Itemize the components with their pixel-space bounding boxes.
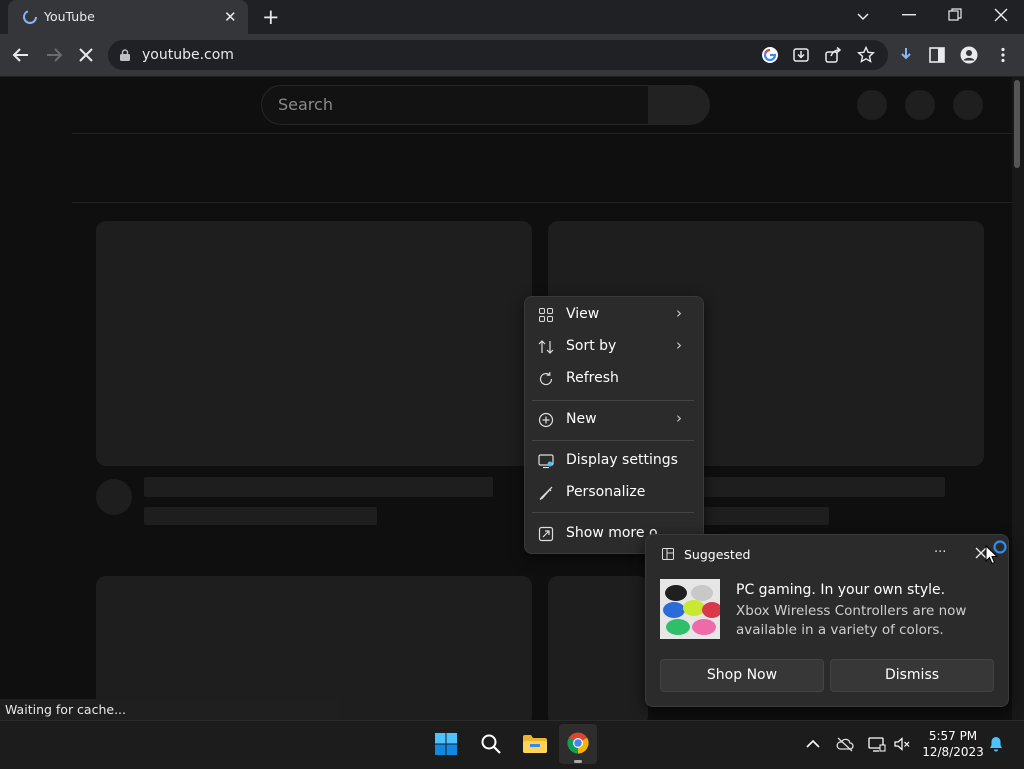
minimize-icon[interactable] <box>902 14 916 16</box>
bookmark-star-icon[interactable] <box>857 46 875 64</box>
context-item-label: View <box>566 306 600 322</box>
clock-time: 5:57 PM <box>928 729 978 743</box>
menu-separator <box>532 400 694 401</box>
taskbar-clock[interactable]: 5:57 PM 12/8/2023 <box>916 728 990 760</box>
new-tab-button[interactable]: + <box>262 5 280 29</box>
profile-icon[interactable] <box>960 46 978 64</box>
notification-body: Xbox Wireless Controllers are now availa… <box>736 603 967 638</box>
context-item-label: Sort by <box>566 338 617 354</box>
tab-search-chevron-icon[interactable] <box>856 10 870 24</box>
context-item-display-settings[interactable]: Display settings <box>524 446 702 476</box>
subtitle-placeholder <box>144 507 377 525</box>
menu-separator <box>532 440 694 441</box>
xbox-controllers-image <box>660 579 720 639</box>
title-placeholder <box>144 477 493 497</box>
forward-arrow-icon[interactable] <box>45 47 63 63</box>
restore-icon[interactable] <box>948 8 962 22</box>
grid-icon <box>539 308 553 322</box>
context-item-new[interactable]: New › <box>524 405 702 435</box>
mouse-pointer-icon <box>985 545 999 565</box>
divider <box>72 202 1012 203</box>
chevron-right-icon: › <box>676 336 682 354</box>
download-icon[interactable] <box>897 46 915 64</box>
avatar-placeholder <box>96 479 132 515</box>
search-button[interactable] <box>648 85 710 125</box>
video-thumbnail-placeholder[interactable] <box>96 221 532 466</box>
subtitle-placeholder <box>702 507 829 525</box>
context-item-label: Refresh <box>566 370 619 386</box>
display-icon <box>538 454 554 469</box>
start-button[interactable] <box>427 724 465 764</box>
expand-icon <box>538 526 554 542</box>
file-explorer-button[interactable] <box>515 724 553 764</box>
notification-source: Suggested <box>684 547 751 562</box>
search-icon <box>481 734 501 754</box>
network-icon[interactable] <box>868 735 886 753</box>
plus-circle-icon <box>538 412 554 428</box>
chevron-right-icon: › <box>676 304 682 322</box>
close-tab-icon[interactable]: ✕ <box>224 9 237 25</box>
scrollbar-track[interactable] <box>1012 77 1024 720</box>
volume-muted-icon[interactable] <box>893 735 911 753</box>
context-item-label: Display settings <box>566 452 678 468</box>
tab-title: YouTube <box>44 9 95 24</box>
sort-icon <box>538 340 554 354</box>
google-lens-icon[interactable] <box>761 46 779 64</box>
header-button-placeholder[interactable] <box>953 90 983 120</box>
divider <box>72 133 1012 134</box>
search-placeholder: Search <box>278 95 333 114</box>
context-item-label: Personalize <box>566 484 646 500</box>
context-item-refresh[interactable]: Refresh <box>524 364 702 394</box>
header-button-placeholder[interactable] <box>905 90 935 120</box>
back-arrow-icon[interactable] <box>12 47 30 63</box>
widgets-icon <box>662 548 674 560</box>
status-text: Waiting for cache... <box>5 702 126 717</box>
more-options-button[interactable]: ··· <box>934 545 946 560</box>
notification-bell-icon[interactable] <box>987 735 1005 753</box>
context-item-view[interactable]: View › <box>524 300 702 330</box>
chrome-taskbar-button[interactable] <box>559 724 597 764</box>
close-window-icon[interactable] <box>994 8 1008 22</box>
folder-icon <box>523 735 547 753</box>
chevron-right-icon: › <box>676 409 682 427</box>
side-panel-icon[interactable] <box>928 46 946 64</box>
lock-icon[interactable] <box>120 49 130 61</box>
menu-kebab-icon[interactable] <box>994 46 1012 64</box>
stop-loading-icon[interactable] <box>78 47 94 63</box>
scrollbar-thumb[interactable] <box>1014 80 1020 168</box>
windows-logo-icon <box>435 733 457 755</box>
install-app-icon[interactable] <box>792 46 810 64</box>
search-taskbar-button[interactable] <box>471 724 509 764</box>
running-indicator <box>574 760 582 763</box>
onedrive-offline-icon[interactable] <box>836 735 854 753</box>
tab-youtube[interactable]: YouTube ✕ <box>8 0 248 34</box>
video-thumbnail-placeholder[interactable] <box>548 576 648 726</box>
url-text[interactable]: youtube.com <box>142 47 234 63</box>
shop-now-button[interactable]: Shop Now <box>660 659 824 692</box>
context-item-personalize[interactable]: Personalize <box>524 478 702 508</box>
menu-separator <box>532 512 694 513</box>
context-item-label: New <box>566 411 597 427</box>
title-placeholder <box>702 477 945 497</box>
show-hidden-icons-chevron-icon[interactable] <box>804 735 822 753</box>
refresh-icon <box>539 372 553 386</box>
dismiss-button[interactable]: Dismiss <box>830 659 994 692</box>
loading-spinner-icon <box>23 10 37 24</box>
clock-date: 12/8/2023 <box>922 745 984 759</box>
context-item-sort-by[interactable]: Sort by › <box>524 332 702 362</box>
brush-icon <box>539 486 553 501</box>
share-icon[interactable] <box>824 46 842 64</box>
header-button-placeholder[interactable] <box>857 90 887 120</box>
notification-heading: PC gaming. In your own style. <box>736 582 946 598</box>
chrome-icon <box>567 732 589 754</box>
